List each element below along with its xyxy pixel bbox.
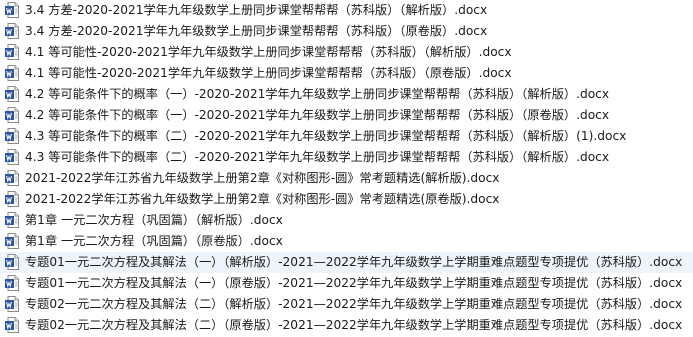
word-document-icon (5, 2, 19, 18)
file-row[interactable]: 专题01一元二次方程及其解法（一）（原卷版）-2021—2022学年九年级数学上… (0, 273, 693, 294)
file-name: 专题01一元二次方程及其解法（一）（解析版）-2021—2022学年九年级数学上… (25, 255, 683, 269)
file-name: 3.4 方差-2020-2021学年九年级数学上册同步课堂帮帮帮（苏科版）（原卷… (25, 24, 488, 38)
word-document-icon (5, 212, 19, 228)
file-row[interactable]: 4.2 等可能条件下的概率（一）-2020-2021学年九年级数学上册同步课堂帮… (0, 105, 693, 126)
file-name: 2021-2022学年江苏省九年级数学上册第2章《对称图形-圆》常考题精选(解析… (25, 171, 500, 185)
file-row[interactable]: 专题02一元二次方程及其解法（二）（原卷版）-2021—2022学年九年级数学上… (0, 315, 693, 336)
file-name: 4.3 等可能条件下的概率（二）-2020-2021学年九年级数学上册同步课堂帮… (25, 150, 610, 164)
word-document-icon (5, 254, 19, 270)
file-row[interactable]: 2021-2022学年江苏省九年级数学上册第2章《对称图形-圆》常考题精选(解析… (0, 168, 693, 189)
file-name: 2021-2022学年江苏省九年级数学上册第2章《对称图形-圆》常考题精选(原卷… (25, 192, 500, 206)
file-name: 专题02一元二次方程及其解法（二）（原卷版）-2021—2022学年九年级数学上… (25, 318, 683, 332)
file-row[interactable]: 4.1 等可能性-2020-2021学年九年级数学上册同步课堂帮帮帮（苏科版）（… (0, 63, 693, 84)
file-row[interactable]: 专题02一元二次方程及其解法（二）（解析版）-2021—2022学年九年级数学上… (0, 294, 693, 315)
word-document-icon (5, 86, 19, 102)
file-name: 4.1 等可能性-2020-2021学年九年级数学上册同步课堂帮帮帮（苏科版）（… (25, 45, 512, 59)
word-document-icon (5, 191, 19, 207)
file-row[interactable]: 专题01一元二次方程及其解法（一）（解析版）-2021—2022学年九年级数学上… (0, 252, 693, 273)
word-document-icon (5, 128, 19, 144)
file-row[interactable]: 3.4 方差-2020-2021学年九年级数学上册同步课堂帮帮帮（苏科版）（原卷… (0, 21, 693, 42)
file-name: 4.2 等可能条件下的概率（一）-2020-2021学年九年级数学上册同步课堂帮… (25, 87, 610, 101)
file-name: 专题02一元二次方程及其解法（二）（解析版）-2021—2022学年九年级数学上… (25, 297, 683, 311)
word-document-icon (5, 233, 19, 249)
file-name: 4.2 等可能条件下的概率（一）-2020-2021学年九年级数学上册同步课堂帮… (25, 108, 610, 122)
file-name: 4.1 等可能性-2020-2021学年九年级数学上册同步课堂帮帮帮（苏科版）（… (25, 66, 512, 80)
file-name: 4.3 等可能条件下的概率（二）-2020-2021学年九年级数学上册同步课堂帮… (25, 129, 627, 143)
file-row[interactable]: 第1章 一元二次方程（巩固篇）（解析版）.docx (0, 210, 693, 231)
word-document-icon (5, 317, 19, 333)
word-document-icon (5, 275, 19, 291)
word-document-icon (5, 149, 19, 165)
file-name: 3.4 方差-2020-2021学年九年级数学上册同步课堂帮帮帮（苏科版）（解析… (25, 3, 488, 17)
file-name: 第1章 一元二次方程（巩固篇）（原卷版）.docx (25, 234, 283, 248)
file-row[interactable]: 第1章 一元二次方程（巩固篇）（原卷版）.docx (0, 231, 693, 252)
file-row[interactable]: 4.2 等可能条件下的概率（一）-2020-2021学年九年级数学上册同步课堂帮… (0, 84, 693, 105)
file-name: 专题01一元二次方程及其解法（一）（原卷版）-2021—2022学年九年级数学上… (25, 276, 683, 290)
word-document-icon (5, 170, 19, 186)
file-list: 3.4 方差-2020-2021学年九年级数学上册同步课堂帮帮帮（苏科版）（解析… (0, 0, 693, 337)
file-row[interactable]: 4.3 等可能条件下的概率（二）-2020-2021学年九年级数学上册同步课堂帮… (0, 126, 693, 147)
word-document-icon (5, 44, 19, 60)
word-document-icon (5, 65, 19, 81)
file-row[interactable]: 4.1 等可能性-2020-2021学年九年级数学上册同步课堂帮帮帮（苏科版）（… (0, 42, 693, 63)
word-document-icon (5, 23, 19, 39)
file-name: 第1章 一元二次方程（巩固篇）（解析版）.docx (25, 213, 283, 227)
file-row[interactable]: 4.3 等可能条件下的概率（二）-2020-2021学年九年级数学上册同步课堂帮… (0, 147, 693, 168)
word-document-icon (5, 107, 19, 123)
file-row[interactable]: 3.4 方差-2020-2021学年九年级数学上册同步课堂帮帮帮（苏科版）（解析… (0, 0, 693, 21)
word-document-icon (5, 296, 19, 312)
file-row[interactable]: 2021-2022学年江苏省九年级数学上册第2章《对称图形-圆》常考题精选(原卷… (0, 189, 693, 210)
